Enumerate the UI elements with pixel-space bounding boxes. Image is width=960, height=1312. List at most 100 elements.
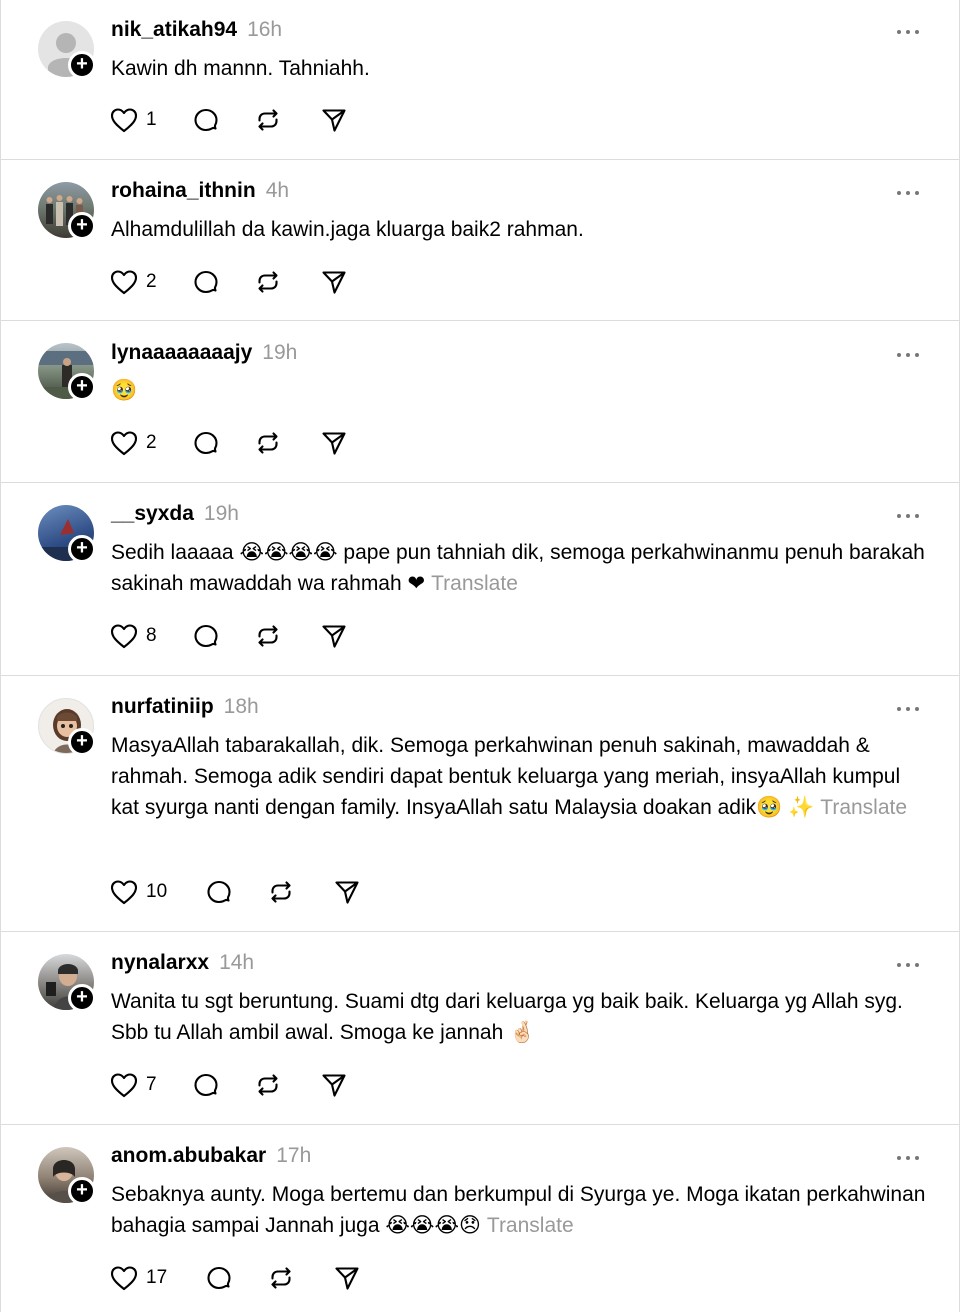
more-dots-icon[interactable] (897, 345, 919, 365)
repost-button[interactable] (254, 428, 320, 458)
reply-post: + nik_atikah94 16h Kawin dh mannn. Tahni… (1, 0, 959, 160)
like-button[interactable]: 2 (110, 428, 192, 458)
follow-plus-icon[interactable]: + (68, 984, 96, 1012)
avatar[interactable]: + (38, 698, 96, 756)
reply-button[interactable] (205, 1263, 267, 1293)
comment-bubble-icon (194, 270, 218, 294)
timestamp: 19h (262, 341, 298, 364)
reply-text: MasyaAllah tabarakallah, dik. Semoga per… (111, 730, 931, 823)
more-dots-icon[interactable] (897, 699, 919, 719)
more-dots-icon[interactable] (897, 22, 919, 42)
follow-plus-icon[interactable]: + (68, 212, 96, 240)
replies-feed: + nik_atikah94 16h Kawin dh mannn. Tahni… (0, 0, 960, 1312)
send-plane-icon (322, 109, 346, 132)
repost-button[interactable] (267, 1263, 333, 1293)
reply-button[interactable] (205, 877, 267, 907)
heart-icon (110, 624, 138, 649)
like-count: 8 (146, 625, 157, 646)
like-count: 10 (146, 881, 168, 902)
username[interactable]: anom.abubakar (111, 1144, 266, 1168)
like-button[interactable]: 2 (110, 267, 192, 297)
reply-post: + rohaina_ithnin 4h Alhamdulillah da kaw… (1, 160, 959, 321)
repost-button[interactable] (267, 877, 333, 907)
translate-link[interactable]: Translate (487, 1214, 574, 1237)
avatar[interactable]: + (38, 1147, 96, 1205)
action-bar: 2 (110, 267, 348, 297)
repost-arrows-icon (258, 432, 278, 454)
translate-link[interactable]: Translate (431, 572, 518, 595)
repost-button[interactable] (254, 1070, 320, 1100)
repost-arrows-icon (271, 1267, 291, 1289)
reply-body: Sedih laaaaa 😭😭😭😭 pape pun tahniah dik, … (111, 541, 925, 595)
reply-button[interactable] (192, 1070, 254, 1100)
username[interactable]: lynaaaaaaaajy (111, 341, 252, 365)
like-count: 7 (146, 1074, 157, 1095)
reply-button[interactable] (192, 428, 254, 458)
send-plane-icon (322, 625, 346, 648)
username[interactable]: __syxda (111, 502, 194, 526)
more-dots-icon[interactable] (897, 1148, 919, 1168)
avatar[interactable]: + (38, 21, 96, 79)
avatar[interactable]: + (38, 343, 96, 401)
share-button[interactable] (320, 1070, 348, 1100)
action-bar: 10 (110, 877, 361, 907)
share-button[interactable] (320, 428, 348, 458)
comment-bubble-icon (194, 108, 218, 132)
action-bar: 2 (110, 428, 348, 458)
heart-icon (110, 431, 138, 456)
repost-button[interactable] (254, 267, 320, 297)
action-bar: 8 (110, 621, 348, 651)
translate-link[interactable]: Translate (820, 796, 907, 819)
follow-plus-icon[interactable]: + (68, 1177, 96, 1205)
repost-button[interactable] (254, 621, 320, 651)
follow-plus-icon[interactable]: + (68, 51, 96, 79)
reply-body: MasyaAllah tabarakallah, dik. Semoga per… (111, 734, 901, 819)
avatar[interactable]: + (38, 182, 96, 240)
more-dots-icon[interactable] (897, 955, 919, 975)
like-count: 2 (146, 432, 157, 453)
repost-arrows-icon (271, 881, 291, 903)
like-button[interactable]: 8 (110, 621, 192, 651)
like-count: 2 (146, 271, 157, 292)
more-dots-icon[interactable] (897, 183, 919, 203)
share-button[interactable] (320, 621, 348, 651)
send-plane-icon (322, 432, 346, 455)
reply-button[interactable] (192, 267, 254, 297)
more-dots-icon[interactable] (897, 506, 919, 526)
repost-arrows-icon (258, 271, 278, 293)
share-button[interactable] (333, 1263, 361, 1293)
username[interactable]: nurfatiniip (111, 695, 214, 719)
share-button[interactable] (320, 105, 348, 135)
avatar[interactable]: + (38, 954, 96, 1012)
reply-button[interactable] (192, 621, 254, 651)
reply-text: Sedih laaaaa 😭😭😭😭 pape pun tahniah dik, … (111, 537, 931, 599)
follow-plus-icon[interactable]: + (68, 373, 96, 401)
username[interactable]: nik_atikah94 (111, 18, 237, 42)
avatar[interactable]: + (38, 505, 96, 563)
heart-icon (110, 880, 138, 905)
reply-post: + nurfatiniip 18h MasyaAllah tabarakalla… (1, 676, 959, 932)
username[interactable]: rohaina_ithnin (111, 179, 256, 203)
like-button[interactable]: 1 (110, 105, 192, 135)
like-count: 1 (146, 109, 157, 130)
send-plane-icon (322, 1074, 346, 1097)
repost-button[interactable] (254, 105, 320, 135)
comment-bubble-icon (194, 624, 218, 648)
reply-text: Wanita tu sgt beruntung. Suami dtg dari … (111, 990, 903, 1044)
username[interactable]: nynalarxx (111, 951, 209, 975)
reply-post: + __syxda 19h Sedih laaaaa 😭😭😭😭 pape pun… (1, 483, 959, 676)
like-button[interactable]: 7 (110, 1070, 192, 1100)
follow-plus-icon[interactable]: + (68, 728, 96, 756)
share-button[interactable] (320, 267, 348, 297)
action-bar: 1 (110, 105, 348, 135)
reply-button[interactable] (192, 105, 254, 135)
share-button[interactable] (333, 877, 361, 907)
like-count: 17 (146, 1267, 168, 1288)
like-button[interactable]: 10 (110, 877, 205, 907)
comment-bubble-icon (207, 1266, 231, 1290)
heart-icon (110, 108, 138, 133)
follow-plus-icon[interactable]: + (68, 535, 96, 563)
reply-text: Sebaknya aunty. Moga bertemu dan berkump… (111, 1179, 931, 1241)
reply-post: + lynaaaaaaaajy 19h 🥹 2 (1, 321, 959, 483)
like-button[interactable]: 17 (110, 1263, 205, 1293)
